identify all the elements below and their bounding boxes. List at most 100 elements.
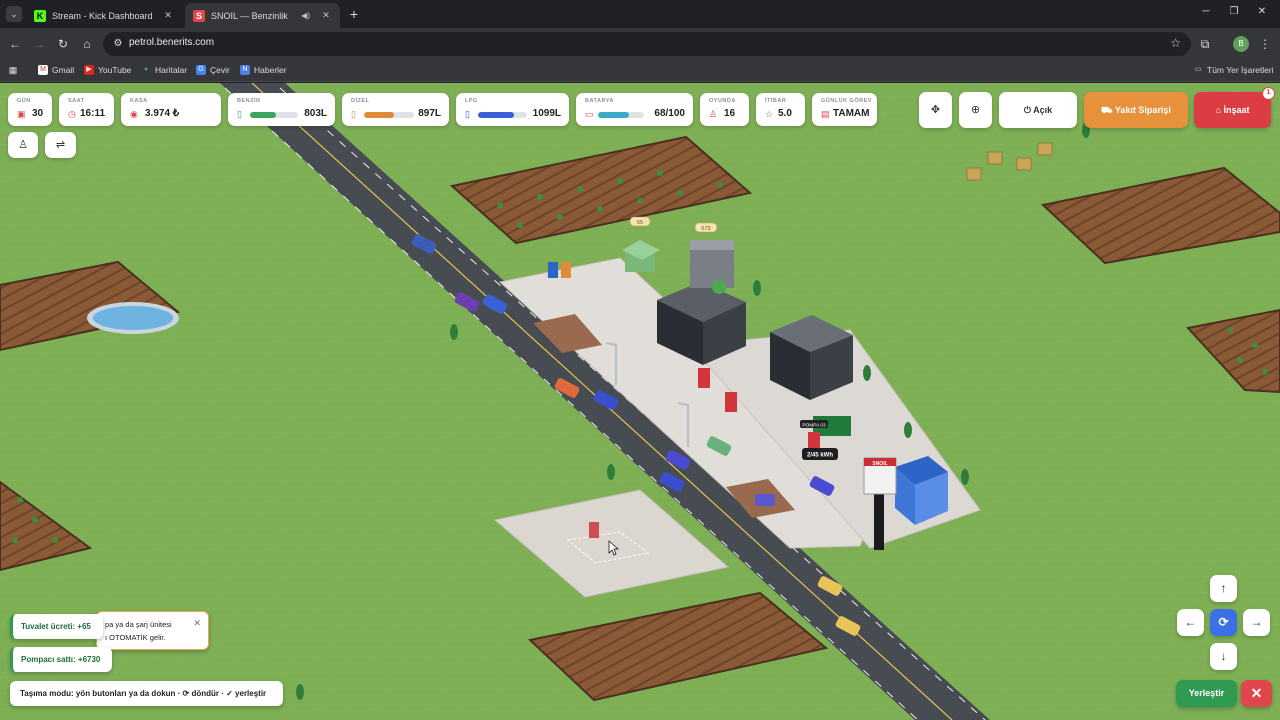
- maps-icon: ●: [143, 66, 149, 73]
- profile-button[interactable]: ♙: [8, 132, 38, 158]
- arrow-right-icon: →: [1250, 615, 1263, 629]
- settings-button[interactable]: ⇌: [45, 132, 76, 158]
- home-icon[interactable]: ⌂: [79, 36, 95, 52]
- hud-value: 68/100: [654, 108, 685, 119]
- snoil-favicon-icon: S: [193, 9, 205, 22]
- site-info-icon[interactable]: ⚙: [111, 37, 125, 51]
- coin-icon: ◉: [130, 109, 138, 119]
- youtube-icon: ▶: [84, 65, 94, 75]
- hud-value: 16:11: [80, 108, 106, 119]
- menu-icon[interactable]: ⋮: [1257, 36, 1273, 52]
- tab-snoil[interactable]: S SNOIL — Benzinlik ◀) ✕: [185, 3, 340, 28]
- tab-title: SNOIL — Benzinlik: [211, 10, 288, 21]
- open-status-button[interactable]: ⏻ Açık: [999, 92, 1077, 128]
- build-notification-badge: 1: [1262, 87, 1275, 100]
- arrow-left-icon: ←: [1184, 615, 1197, 629]
- bookmark-label: Haberler: [254, 65, 287, 75]
- hud-diesel: DİZEL ▯ 897L: [342, 93, 449, 126]
- tab-kick-dashboard[interactable]: K Stream - Kick Dashboard ✕: [26, 3, 182, 28]
- build-label: İnşaat: [1223, 105, 1250, 115]
- price-tag: 673: [701, 226, 710, 232]
- all-bookmarks[interactable]: ▭ Tüm Yer İşaretleri: [1193, 65, 1274, 75]
- move-arrows-icon: ✥: [930, 104, 941, 116]
- move-up-button[interactable]: ↑: [1210, 575, 1237, 602]
- info-text: pa ya da şarj ünitesi: [105, 620, 172, 629]
- move-down-button[interactable]: ↓: [1210, 643, 1237, 670]
- gasoline-level-bar: [250, 112, 298, 118]
- hud-value: 16: [724, 108, 736, 119]
- bookmark-label: YouTube: [98, 65, 132, 75]
- hud-label: LPG: [465, 98, 478, 104]
- hud-label: SAAT: [68, 98, 85, 104]
- news-icon: N: [240, 65, 250, 75]
- hud-lpg: LPG ▯ 1099L: [456, 93, 569, 126]
- rotate-button[interactable]: ⟳: [1210, 609, 1237, 636]
- reload-icon[interactable]: ↻: [55, 36, 71, 52]
- minimize-icon[interactable]: ─: [1198, 6, 1214, 17]
- folder-icon: ▭: [1194, 66, 1202, 73]
- bookmark-maps[interactable]: ● Haritalar: [141, 65, 187, 75]
- close-icon[interactable]: ✕: [320, 10, 332, 21]
- window-close-icon[interactable]: ✕: [1254, 6, 1270, 17]
- speaker-icon[interactable]: ◀): [301, 11, 310, 20]
- hud-value: 897L: [418, 108, 441, 119]
- bookmark-translate[interactable]: G Çevir: [196, 65, 230, 75]
- new-tab-icon[interactable]: +: [346, 6, 362, 22]
- hud-value: 3.974 ₺: [145, 108, 180, 119]
- sliders-icon: ⇌: [55, 139, 66, 151]
- place-button[interactable]: Yerleştir: [1176, 680, 1237, 707]
- battery-level-bar: [598, 112, 644, 118]
- fuel-order-button[interactable]: ⛟ Yakıt Siparişi: [1084, 92, 1188, 128]
- tab-search-icon[interactable]: ⌄: [6, 6, 22, 22]
- diesel-level-bar: [364, 112, 414, 118]
- close-icon[interactable]: ✕: [193, 618, 201, 629]
- hud-value: TAMAM: [833, 108, 870, 119]
- bookmark-youtube[interactable]: ▶ YouTube: [84, 65, 131, 75]
- move-button[interactable]: ✥: [919, 92, 952, 128]
- game-viewport[interactable]: 65 673 POMPA 03 2/45 kWh SNOIL GÜN ▣ 30 …: [0, 83, 1280, 720]
- cancel-placement-button[interactable]: ✕: [1241, 680, 1272, 707]
- hud-label: İTİBAR: [765, 98, 787, 104]
- fuel-can-icon: ▯: [465, 109, 470, 119]
- gmail-icon: M: [38, 65, 48, 75]
- apps-grid-icon[interactable]: ▦: [8, 65, 22, 75]
- hud-daily-task[interactable]: GÜNLÜK GÖREV ▤ TAMAM: [812, 93, 877, 126]
- move-mode-hint: Taşıma modu: yön butonları ya da dokun ·…: [10, 681, 283, 706]
- status-label: Açık: [1033, 105, 1053, 115]
- battery-icon: ▭: [585, 109, 594, 119]
- bookmark-star-icon[interactable]: ☆: [1170, 36, 1181, 50]
- hud-value: 1099L: [532, 108, 561, 119]
- center-view-button[interactable]: ⊕: [959, 92, 992, 128]
- hud-value: 30: [32, 108, 44, 119]
- forward-icon[interactable]: →: [31, 36, 47, 52]
- hud-value: 5.0: [778, 108, 792, 119]
- tab-title: Stream - Kick Dashboard: [52, 10, 153, 21]
- clipboard-icon: ▤: [821, 109, 830, 119]
- info-text: ı OTOMATİK gelir.: [105, 633, 166, 642]
- user-icon: ♙: [18, 139, 28, 151]
- bookmark-label: Haritalar: [155, 65, 188, 75]
- back-icon[interactable]: ←: [7, 36, 23, 52]
- price-tag: 65: [637, 220, 643, 226]
- bookmark-gmail[interactable]: M Gmail: [38, 65, 74, 75]
- profile-avatar[interactable]: B: [1233, 36, 1249, 52]
- build-button[interactable]: ⌂ İnşaat: [1194, 92, 1271, 128]
- power-icon: ⏻: [1023, 105, 1031, 115]
- arrow-up-icon: ↑: [1220, 581, 1227, 595]
- bookmark-label: Tüm Yer İşaretleri: [1207, 65, 1274, 75]
- bookmark-news[interactable]: N Haberler: [240, 65, 287, 75]
- close-icon[interactable]: ✕: [162, 10, 174, 21]
- hud-label: BATARYA: [585, 98, 614, 104]
- hud-label: GÜNLÜK GÖREV: [821, 98, 872, 104]
- hud-value: 803L: [304, 108, 327, 119]
- kick-favicon-icon: K: [34, 9, 46, 22]
- restore-icon[interactable]: ❐: [1226, 6, 1242, 17]
- move-left-button[interactable]: ←: [1177, 609, 1204, 636]
- extensions-icon[interactable]: ⧉: [1197, 36, 1213, 52]
- address-bar[interactable]: ⚙ petrol.benerits.com ☆: [103, 32, 1191, 56]
- hud-label: GÜN: [17, 98, 31, 104]
- browser-tab-bar: ⌄ K Stream - Kick Dashboard ✕ S SNOIL — …: [0, 0, 1280, 28]
- hud-label: BENZİN: [237, 98, 261, 104]
- move-right-button[interactable]: →: [1243, 609, 1270, 636]
- hud-label: KASA: [130, 98, 148, 104]
